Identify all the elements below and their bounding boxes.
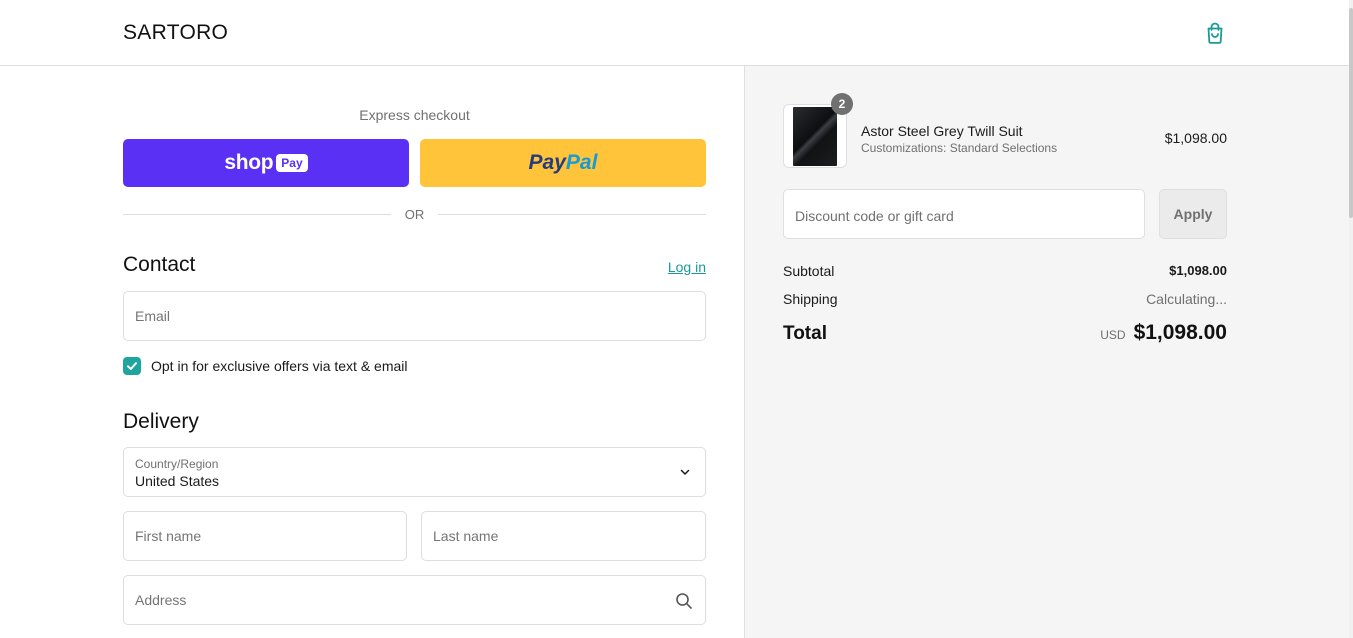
page-scrollbar[interactable] <box>1349 0 1353 638</box>
discount-placeholder: Discount code or gift card <box>795 208 954 224</box>
country-label: Country/Region <box>135 457 219 471</box>
apply-button[interactable]: Apply <box>1159 189 1227 239</box>
subtotal-label: Subtotal <box>783 263 835 279</box>
header: SARTORO <box>0 0 1353 66</box>
shop-pay-badge: Pay <box>276 154 308 172</box>
login-link[interactable]: Log in <box>668 259 706 275</box>
address-field[interactable] <box>123 575 706 625</box>
express-checkout-title: Express checkout <box>359 107 470 123</box>
last-name-field[interactable] <box>421 511 706 561</box>
email-input[interactable] <box>135 308 666 324</box>
cart-button[interactable] <box>1203 20 1227 46</box>
optin-label: Opt in for exclusive offers via text & e… <box>151 358 408 374</box>
brand-logo[interactable]: SARTORO <box>123 21 228 45</box>
total-label: Total <box>783 323 827 344</box>
last-name-input[interactable] <box>433 528 666 544</box>
shop-pay-wordmark: shop <box>224 151 274 174</box>
email-field[interactable] <box>123 291 706 341</box>
search-icon[interactable] <box>675 592 693 610</box>
first-name-input[interactable] <box>135 528 367 544</box>
divider-line-right <box>438 214 706 215</box>
subtotal-value: $1,098.00 <box>1169 263 1227 278</box>
chevron-down-icon <box>680 469 690 475</box>
shipping-label: Shipping <box>783 291 838 307</box>
scrollbar-thumb[interactable] <box>1349 8 1353 218</box>
paypal-button[interactable]: Pay Pal <box>420 139 706 187</box>
total-currency: USD <box>1100 328 1126 342</box>
product-name: Astor Steel Grey Twill Suit <box>861 123 1023 139</box>
product-variant: Customizations: Standard Selections <box>861 141 1058 155</box>
contact-heading: Contact <box>123 253 196 276</box>
paypal-wordmark-pay: Pay <box>528 151 566 174</box>
country-select[interactable]: Country/Region United States <box>123 447 706 497</box>
checkmark-icon <box>127 362 137 370</box>
discount-code-field[interactable]: Discount code or gift card <box>783 189 1145 239</box>
total-amount: USD $1,098.00 <box>1100 321 1227 345</box>
optin-row: Opt in for exclusive offers via text & e… <box>123 356 408 376</box>
product-price: $1,098.00 <box>1164 130 1227 146</box>
shop-pay-button[interactable]: shop Pay <box>123 139 409 187</box>
quantity-badge: 2 <box>831 93 853 115</box>
total-value: $1,098.00 <box>1133 321 1227 344</box>
paypal-wordmark-pal: Pal <box>565 151 598 174</box>
first-name-field[interactable] <box>123 511 407 561</box>
product-image <box>793 107 837 166</box>
or-divider: OR <box>123 206 706 224</box>
optin-checkbox[interactable] <box>123 357 141 375</box>
delivery-heading: Delivery <box>123 410 199 433</box>
shopping-bag-icon <box>1207 22 1223 44</box>
address-input[interactable] <box>135 592 666 608</box>
country-value: United States <box>135 473 220 489</box>
shipping-value: Calculating... <box>1146 291 1227 307</box>
